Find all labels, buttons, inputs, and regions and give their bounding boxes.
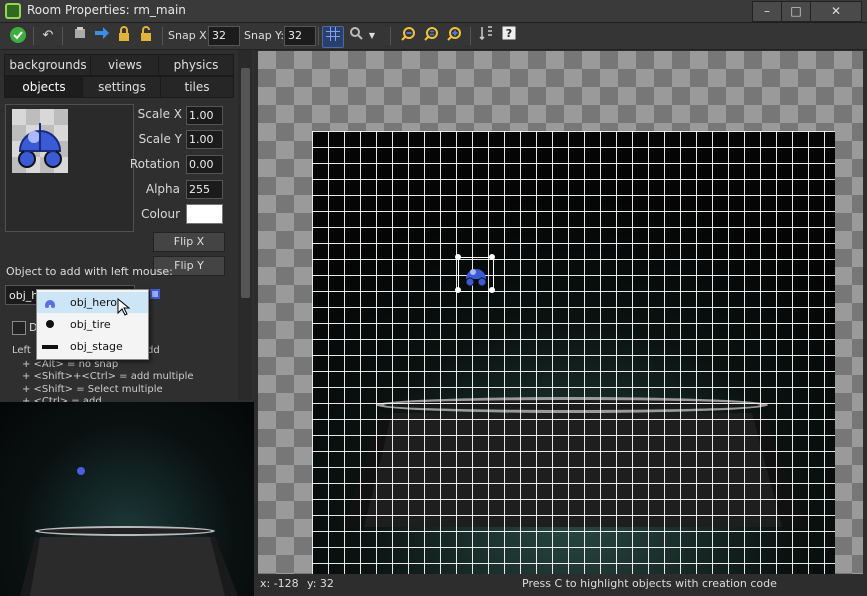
svg-text:?: ? (506, 27, 512, 40)
tab-tiles[interactable]: tiles (160, 76, 234, 98)
clear-room-button[interactable] (70, 26, 90, 46)
dropdown-option-stage[interactable]: obj_stage (37, 336, 148, 357)
selection-handle[interactable] (489, 287, 495, 293)
help-line-1: Left (12, 345, 31, 356)
toggle-grid-button[interactable] (322, 26, 344, 48)
help-line-4: + <Shift> = Select multiple (22, 384, 163, 395)
alpha-input[interactable]: 255 (186, 180, 223, 199)
scale-x-input[interactable]: 1.00 (186, 106, 223, 125)
undo-button[interactable]: ↶ (38, 26, 58, 46)
zoom-in-button[interactable] (444, 26, 464, 46)
rotation-input[interactable]: 0.00 (186, 155, 223, 174)
snap-x-input[interactable]: 32 (208, 26, 240, 46)
grid-icon (326, 27, 340, 41)
cursor-y-readout: y: 32 (307, 577, 334, 590)
chevron-down-icon: ▼ (368, 31, 376, 40)
object-select-label: Object to add with left mouse: (6, 265, 173, 278)
room-order-button[interactable] (476, 26, 496, 46)
minimize-button[interactable]: – (752, 1, 782, 22)
shift-instances-button[interactable] (92, 26, 112, 46)
zoom-out-icon (401, 27, 415, 41)
selection-handle[interactable] (489, 254, 495, 260)
panel-scrollbar-thumb[interactable] (241, 68, 250, 298)
tab-physics[interactable]: physics (158, 54, 234, 76)
dropdown-option-label: obj_tire (70, 318, 111, 331)
help-line-3: + <Shift>+<Ctrl> = add multiple (22, 371, 194, 382)
room-toolbar: ↶ Snap X: 32 Snap Y: 32 ▼ ? (0, 23, 867, 50)
sort-icon (479, 26, 492, 41)
dropdown-option-label: obj_hero (70, 296, 118, 309)
list-menu-icon (150, 289, 160, 299)
tab-backgrounds[interactable]: backgrounds (4, 54, 92, 76)
object-menu-button[interactable] (149, 287, 163, 301)
magnifier-icon (350, 27, 363, 40)
dropdown-option-tire[interactable]: obj_tire (37, 314, 148, 335)
help-line-2: + <Alt> = no snap (22, 359, 119, 370)
tire-icon (46, 320, 54, 328)
zoom-out-button[interactable] (398, 26, 418, 46)
alpha-label: Alpha (145, 182, 180, 196)
unlock-icon (141, 26, 151, 41)
scale-x-label: Scale X (137, 107, 182, 121)
colour-label: Colour (141, 207, 180, 221)
title-bar: Room Properties: rm_main – □ ✕ (0, 0, 867, 23)
snap-y-label: Snap Y: (244, 29, 285, 42)
lock-icon (119, 26, 129, 41)
tab-views[interactable]: views (90, 54, 160, 76)
selection-handle[interactable] (455, 287, 461, 293)
clear-icon (75, 27, 85, 38)
checkmark-icon (10, 27, 26, 43)
tab-row-1: backgrounds views physics (4, 54, 234, 76)
delete-underlying-checkbox[interactable] (12, 321, 26, 335)
status-bar: x: -128 y: 32 Press C to highlight objec… (258, 574, 867, 596)
help-button[interactable]: ? (499, 26, 519, 46)
colour-swatch[interactable] (186, 204, 223, 224)
gamemaker-logo-icon (5, 3, 21, 19)
hero-instance[interactable] (455, 254, 495, 293)
dropdown-option-hero[interactable]: obj_hero (37, 292, 148, 313)
maximize-button[interactable]: □ (781, 1, 811, 22)
object-dropdown-list[interactable]: obj_hero obj_tire obj_stage (36, 289, 149, 360)
unlock-instances-button[interactable] (136, 26, 156, 46)
tab-objects[interactable]: objects (4, 76, 84, 98)
hero-instance-sprite (465, 269, 487, 287)
selection-handle[interactable] (455, 254, 461, 260)
hero-sprite-icon (12, 109, 68, 173)
mouse-cursor-icon (117, 298, 131, 316)
undo-icon: ↶ (42, 28, 54, 43)
snap-x-label: Snap X: (168, 29, 211, 42)
flip-x-button[interactable]: Flip X (153, 232, 225, 252)
minimap-canvas (20, 467, 238, 596)
snap-grid (312, 131, 835, 574)
cursor-x-readout: x: -128 (260, 577, 299, 590)
room-area[interactable] (312, 131, 835, 574)
dropdown-option-label: obj_stage (70, 340, 123, 353)
scale-y-input[interactable]: 1.00 (186, 130, 223, 149)
arrow-right-icon (95, 27, 109, 39)
stage-icon (42, 345, 58, 349)
rotation-label: Rotation (129, 157, 180, 171)
view-options-dropdown[interactable]: ▼ (366, 26, 378, 46)
tab-row-2: objects settings tiles (4, 76, 234, 98)
lock-instances-button[interactable] (114, 26, 134, 46)
room-minimap[interactable] (0, 402, 254, 596)
object-sprite-preview (5, 104, 134, 232)
zoom-in-icon (447, 27, 461, 41)
zoom-reset-icon (424, 27, 438, 41)
status-hint: Press C to highlight objects with creati… (522, 577, 777, 590)
hero-icon (45, 300, 55, 308)
window-title: Room Properties: rm_main (27, 3, 186, 17)
ok-button[interactable] (8, 26, 28, 46)
scale-y-label: Scale Y (138, 132, 182, 146)
view-options-button[interactable] (346, 26, 366, 46)
help-icon: ? (502, 26, 516, 40)
room-editor-canvas[interactable] (258, 51, 863, 574)
snap-y-input[interactable]: 32 (284, 26, 316, 46)
close-button[interactable]: ✕ (810, 1, 862, 22)
zoom-reset-button[interactable] (421, 26, 441, 46)
tab-settings[interactable]: settings (82, 76, 162, 98)
